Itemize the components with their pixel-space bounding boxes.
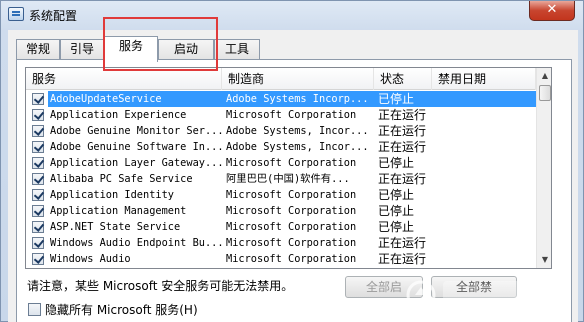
service-status: 正在运行 xyxy=(378,252,427,266)
service-checkbox[interactable] xyxy=(32,253,44,265)
annotation-highlight-box xyxy=(103,17,218,71)
msconfig-icon xyxy=(8,7,24,21)
close-icon: ✕ xyxy=(546,2,558,17)
service-manufacturer: Adobe Systems Incorp... xyxy=(226,93,369,105)
service-manufacturer: Microsoft Corporation xyxy=(226,221,357,233)
table-row[interactable]: Application Experience Microsoft Corporat… xyxy=(26,107,536,123)
service-manufacturer: Adobe Systems, Incor... xyxy=(226,141,369,153)
service-manufacturer: Adobe Systems, Incor... xyxy=(226,125,369,137)
vertical-scrollbar[interactable]: ▲ ▼ xyxy=(536,68,551,268)
column-header-disabled-date[interactable]: 禁用日期 xyxy=(432,68,536,90)
window-title: 系统配置 xyxy=(29,9,78,23)
service-checkbox[interactable] xyxy=(32,189,44,201)
service-status: 正在运行 xyxy=(378,172,427,186)
service-name: Application Management xyxy=(50,205,187,217)
column-header-manufacturer[interactable]: 制造商 xyxy=(222,68,374,90)
services-rows: AdobeUpdateService Adobe Systems Incorp..… xyxy=(26,91,536,267)
service-name: Application Layer Gateway... xyxy=(50,157,222,169)
service-status: 已停止 xyxy=(378,188,415,202)
table-row[interactable]: AdobeUpdateService Adobe Systems Incorp..… xyxy=(26,91,536,107)
service-manufacturer: Microsoft Corporation xyxy=(226,237,357,249)
list-header: 服务 制造商 状态 禁用日期 xyxy=(26,68,536,90)
service-status: 已停止 xyxy=(378,156,415,170)
service-status: 正在运行 xyxy=(378,236,427,250)
table-row[interactable]: Application Layer Gateway... Microsoft Co… xyxy=(26,155,536,171)
service-manufacturer: Microsoft Corporation xyxy=(226,109,357,121)
scroll-up-icon[interactable]: ▲ xyxy=(538,68,551,84)
table-row[interactable]: Adobe Genuine Software In... Adobe System… xyxy=(26,139,536,155)
service-status: 已停止 xyxy=(378,204,415,218)
service-manufacturer: Microsoft Corporation xyxy=(226,157,357,169)
security-note: 请注意，某些 Microsoft 安全服务可能无法禁用。 xyxy=(27,279,294,293)
table-row[interactable]: Alibaba PC Safe Service 阿里巴巴(中国)软件有... 正在运… xyxy=(26,171,536,187)
service-checkbox[interactable] xyxy=(32,93,44,105)
service-manufacturer: 阿里巴巴(中国)软件有... xyxy=(226,173,350,185)
system-config-window: 系统配置 ✕ 常规 引导 服务 启动 工具 服务 制造商 状态 禁用日期 Ado… xyxy=(0,0,584,322)
service-status: 已停止 xyxy=(378,220,415,234)
scroll-down-icon[interactable]: ▼ xyxy=(538,252,551,268)
tab-tools[interactable]: 工具 xyxy=(214,39,260,60)
close-button[interactable]: ✕ xyxy=(529,1,575,21)
column-header-service[interactable]: 服务 xyxy=(26,68,222,90)
table-row[interactable]: ASP.NET State Service Microsoft Corporati… xyxy=(26,219,536,235)
service-name: Adobe Genuine Software In... xyxy=(50,141,222,153)
table-row[interactable]: Windows Audio Endpoint Bu... Microsoft Co… xyxy=(26,235,536,251)
service-manufacturer: Microsoft Corporation xyxy=(226,253,357,265)
service-checkbox[interactable] xyxy=(32,205,44,217)
service-name: AdobeUpdateService xyxy=(50,93,162,105)
service-name: Alibaba PC Safe Service xyxy=(50,173,193,185)
service-name: Adobe Genuine Monitor Ser... xyxy=(50,125,222,137)
service-name: Windows Audio xyxy=(50,253,131,265)
title-bar[interactable]: 系统配置 ✕ xyxy=(1,1,584,29)
column-header-status[interactable]: 状态 xyxy=(374,68,432,90)
services-list[interactable]: 服务 制造商 状态 禁用日期 AdobeUpdateService Adobe S… xyxy=(25,67,552,269)
table-row[interactable]: Windows Audio Microsoft Corporation 正在运行 xyxy=(26,251,536,267)
service-checkbox[interactable] xyxy=(32,221,44,233)
service-checkbox[interactable] xyxy=(32,157,44,169)
service-status: 正在运行 xyxy=(378,140,427,154)
enable-all-button[interactable]: 全部启 xyxy=(345,276,423,298)
service-checkbox[interactable] xyxy=(32,237,44,249)
disable-all-button[interactable]: 全部禁 xyxy=(431,276,517,298)
table-row[interactable]: Application Identity Microsoft Corporatio… xyxy=(26,187,536,203)
service-checkbox[interactable] xyxy=(32,125,44,137)
table-row[interactable]: Adobe Genuine Monitor Ser... Adobe System… xyxy=(26,123,536,139)
service-name: Application Identity xyxy=(50,189,174,201)
service-name: Windows Audio Endpoint Bu... xyxy=(50,237,222,249)
service-checkbox[interactable] xyxy=(32,173,44,185)
hide-microsoft-checkbox[interactable] xyxy=(28,303,41,316)
service-name: ASP.NET State Service xyxy=(50,221,181,233)
hide-microsoft-label[interactable]: 隐藏所有 Microsoft 服务(H) xyxy=(45,301,198,318)
service-status: 正在运行 xyxy=(378,124,427,138)
service-status: 已停止 xyxy=(378,92,415,106)
service-manufacturer: Microsoft Corporation xyxy=(226,189,357,201)
service-name: Application Experience xyxy=(50,109,187,121)
service-checkbox[interactable] xyxy=(32,109,44,121)
table-row[interactable]: Application Management Microsoft Corporat… xyxy=(26,203,536,219)
tab-boot[interactable]: 引导 xyxy=(60,39,104,60)
service-status: 正在运行 xyxy=(378,108,427,122)
scroll-thumb[interactable] xyxy=(539,85,551,101)
service-checkbox[interactable] xyxy=(32,141,44,153)
service-manufacturer: Microsoft Corporation xyxy=(226,205,357,217)
tab-general[interactable]: 常规 xyxy=(16,39,60,60)
